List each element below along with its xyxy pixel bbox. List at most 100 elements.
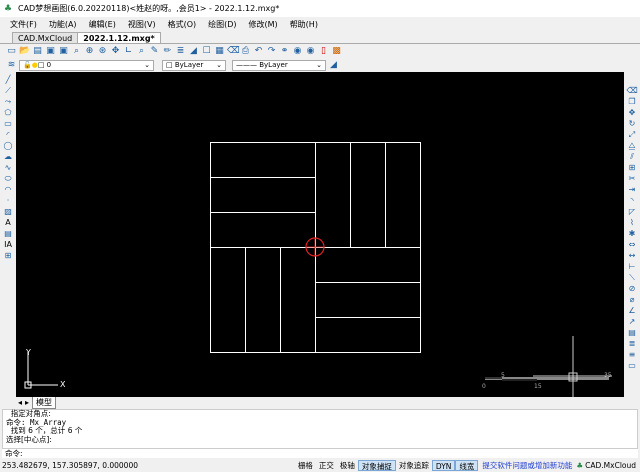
tab-mxcloud[interactable]: CAD.MxCloud [12, 32, 79, 43]
line-icon[interactable]: ╱ [3, 75, 14, 85]
drawing-canvas[interactable]: Y X 5 0 15 35 [16, 72, 624, 397]
circle-icon[interactable]: ◯ [3, 141, 14, 151]
new-icon[interactable]: ▭ [6, 46, 17, 57]
diameter-dim-icon[interactable]: ⌀ [627, 295, 638, 305]
ellipse-arc-icon[interactable]: ◠ [3, 185, 14, 195]
polar-toggle[interactable]: 极轴 [337, 460, 358, 471]
lineweight-toggle[interactable]: 线宽 [455, 459, 479, 471]
spline-icon[interactable]: ∿ [3, 163, 14, 173]
explode-icon[interactable]: ✱ [627, 229, 638, 239]
layer-manager-icon[interactable]: ≋ [6, 60, 17, 71]
image-icon[interactable]: ▩ [331, 46, 342, 57]
array-icon[interactable]: ⊞ [627, 163, 638, 173]
tab-scroll-left-icon[interactable]: ◂ [18, 398, 22, 407]
pdf-icon[interactable]: ▯ [318, 46, 329, 57]
dyn-toggle[interactable]: DYN [431, 459, 456, 471]
redo-icon[interactable]: ↷ [266, 46, 277, 57]
save-as-icon[interactable]: ▣ [58, 46, 69, 57]
lock-icon: 🔓 [23, 61, 32, 69]
dimension-icon[interactable]: ⊢ [627, 262, 638, 272]
hatch-icon[interactable]: ▨ [3, 207, 14, 217]
undo-icon[interactable]: ↶ [253, 46, 264, 57]
zoom-previous-icon[interactable]: ⌕ [136, 46, 147, 57]
lineweight-icon[interactable]: ◢ [328, 60, 339, 71]
window-icon[interactable]: ▭ [627, 361, 638, 371]
menu-view[interactable]: 视图(V) [128, 19, 156, 30]
layer-icon[interactable]: ≣ [627, 339, 638, 349]
linetype-icon[interactable]: ◢ [188, 46, 199, 57]
rotate-icon[interactable]: ↻ [627, 119, 638, 129]
menu-edit[interactable]: 编辑(E) [89, 19, 116, 30]
text-icon[interactable]: A [3, 218, 14, 228]
palette-icon[interactable]: ▦ [214, 46, 225, 57]
trim-icon[interactable]: ✂ [627, 174, 638, 184]
linetype-select[interactable]: ——— ByLayer ⌄ [232, 59, 326, 71]
insert-block-icon[interactable]: ▤ [3, 229, 14, 239]
menu-draw[interactable]: 绘图(D) [208, 19, 236, 30]
layer-select[interactable]: 🔓●□ 0 ⌄ [19, 59, 154, 71]
tab-model[interactable]: 模型 [32, 396, 57, 409]
menu-format[interactable]: 格式(O) [168, 19, 197, 30]
history-line: 命令: Mx_Array [6, 417, 67, 427]
block-icon[interactable]: ☐ [201, 46, 212, 57]
pencil-icon[interactable]: ✏ [162, 46, 173, 57]
command-input[interactable]: 命令: [2, 448, 638, 458]
menu-function[interactable]: 功能(A) [49, 19, 77, 30]
point-icon[interactable]: · [3, 196, 14, 206]
revcloud-icon[interactable]: ☁ [3, 152, 14, 162]
stretch-icon[interactable]: ⇔ [627, 240, 638, 250]
ortho-toggle[interactable]: 正交 [316, 460, 337, 471]
globe-icon[interactable]: ◉ [292, 46, 303, 57]
offset-icon[interactable]: ⫽ [627, 152, 638, 162]
leader-icon[interactable]: ↗ [627, 317, 638, 327]
osnap-toggle[interactable]: 对象捕捉 [357, 459, 396, 471]
zoom-window-icon[interactable]: ⌕ [71, 46, 82, 57]
open-recent-icon[interactable]: ▤ [32, 46, 43, 57]
mirror-icon[interactable]: ⧋ [627, 141, 638, 151]
polygon-icon[interactable]: ⬠ [3, 108, 14, 118]
ellipse-icon[interactable]: ⬭ [3, 174, 14, 184]
stack-icon[interactable]: ≡ [627, 350, 638, 360]
lengthen-icon[interactable]: ↔ [627, 251, 638, 261]
move-icon[interactable]: ✥ [627, 108, 638, 118]
cloud-icon[interactable]: ◉ [305, 46, 316, 57]
xline-icon[interactable]: ⟋ [3, 86, 14, 96]
tab-scroll-right-icon[interactable]: ▸ [25, 398, 29, 407]
zoom-icon[interactable]: ⊕ [84, 46, 95, 57]
rectangle-icon[interactable]: ▭ [3, 119, 14, 129]
extend-icon[interactable]: ⇥ [627, 185, 638, 195]
pan-icon[interactable]: ✥ [110, 46, 121, 57]
ucs-x-label: X [60, 380, 66, 389]
otrack-toggle[interactable]: 对象追踪 [396, 460, 432, 471]
color-select[interactable]: □ ByLayer ⌄ [162, 59, 226, 71]
copy-icon[interactable]: ❐ [627, 97, 638, 107]
print-icon[interactable]: ⎙ [240, 46, 251, 57]
properties-icon[interactable]: ▤ [627, 328, 638, 338]
radius-dim-icon[interactable]: ⊘ [627, 284, 638, 294]
mtext-icon[interactable]: IA [3, 240, 14, 250]
menu-file[interactable]: 文件(F) [10, 19, 37, 30]
erase-icon[interactable]: ⌫ [627, 86, 638, 96]
menu-help[interactable]: 帮助(H) [290, 19, 318, 30]
ucs-icon[interactable]: ∟ [123, 46, 134, 57]
eraser-icon[interactable]: ⌫ [227, 46, 240, 57]
zoom-extents-icon[interactable]: ⊛ [97, 46, 108, 57]
angle-dim-icon[interactable]: ∠ [627, 306, 638, 316]
feedback-link[interactable]: 提交软件问题或增加新功能 [478, 460, 576, 471]
tab-drawing[interactable]: 2022.1.12.mxg* [77, 32, 161, 43]
save-icon[interactable]: ▣ [45, 46, 56, 57]
grid-toggle[interactable]: 栅格 [295, 460, 316, 471]
polyline-icon[interactable]: ⤳ [3, 97, 14, 107]
break-icon[interactable]: ⌇ [627, 218, 638, 228]
fillet-icon[interactable]: ◝ [627, 196, 638, 206]
menu-modify[interactable]: 修改(M) [249, 19, 278, 30]
chamfer-icon[interactable]: ◸ [627, 207, 638, 217]
table-icon[interactable]: ⊞ [3, 251, 14, 261]
aligned-dim-icon[interactable]: ⟍ [627, 273, 638, 283]
scale-icon[interactable]: ⤢ [627, 130, 638, 140]
layers-icon[interactable]: ≣ [175, 46, 186, 57]
arc-icon[interactable]: ◜ [3, 130, 14, 140]
match-properties-icon[interactable]: ✎ [149, 46, 160, 57]
open-icon[interactable]: 📂 [19, 46, 30, 57]
share-icon[interactable]: ⚭ [279, 46, 290, 57]
